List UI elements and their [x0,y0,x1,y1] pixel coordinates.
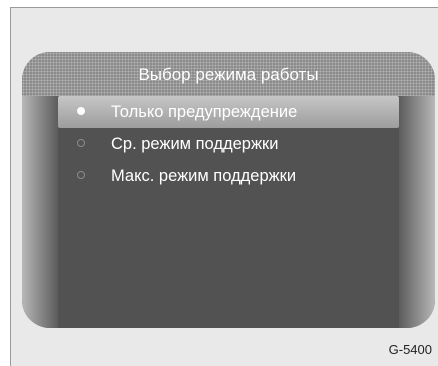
screen-title: Выбор режима работы [138,65,319,84]
figure-code: G-5400 [388,342,432,357]
frame-border-left [10,7,11,366]
mode-option-label: Ср. режим поддержки [111,135,279,153]
display-screen: Выбор режима работы Только предупреждени… [22,52,435,328]
screen-bezel-right [399,96,435,328]
mode-option-max-assist[interactable]: Макс. режим поддержки [58,160,399,192]
radio-unselected-icon [77,171,85,179]
mode-options-list: Только предупреждение Ср. режим поддержк… [58,96,399,328]
mode-option-medium-assist[interactable]: Ср. режим поддержки [58,128,399,160]
mode-option-label: Только предупреждение [111,103,298,121]
mode-option-label: Макс. режим поддержки [111,167,297,185]
radio-unselected-icon [77,139,85,147]
screen-header: Выбор режима работы [22,52,435,96]
radio-selected-icon [77,107,85,115]
screen-bezel-left [22,96,58,328]
figure: Выбор режима работы Только предупреждени… [0,0,438,366]
frame-border-top [10,7,438,8]
mode-option-warning-only[interactable]: Только предупреждение [58,96,399,128]
